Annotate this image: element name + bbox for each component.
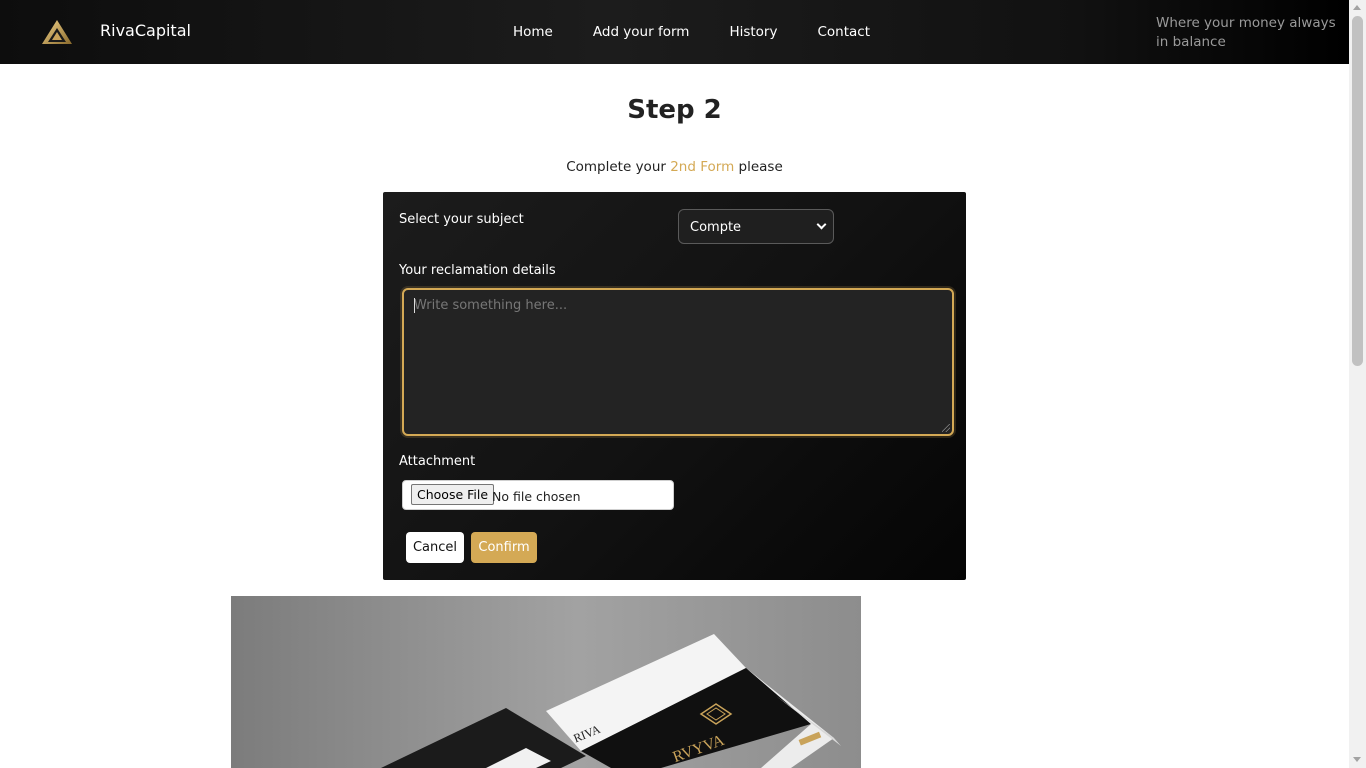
subject-selected-value: Compte bbox=[690, 220, 742, 235]
nav-add-your-form[interactable]: Add your form bbox=[593, 23, 690, 41]
details-placeholder: Write something here... bbox=[414, 298, 568, 313]
text-caret bbox=[414, 298, 415, 313]
attachment-file-input[interactable]: Choose File No file chosen bbox=[402, 480, 674, 510]
subtitle-text-start: Complete your bbox=[566, 159, 671, 175]
choose-file-button[interactable]: Choose File bbox=[411, 484, 495, 505]
resize-handle-icon[interactable] bbox=[942, 424, 950, 432]
rivacapital-logo-icon[interactable] bbox=[40, 18, 74, 46]
nav-links: Home Add your form History Contact bbox=[513, 23, 870, 41]
business-cards-image: RVYVA RIVA bbox=[231, 596, 861, 768]
file-status: No file chosen bbox=[492, 489, 581, 504]
scroll-thumb[interactable] bbox=[1352, 16, 1363, 366]
reclamation-form: Select your subject Compte Your reclamat… bbox=[383, 192, 966, 580]
brand-name[interactable]: RivaCapital bbox=[100, 21, 191, 41]
subtitle-text-end: please bbox=[734, 159, 783, 175]
details-textarea[interactable]: Write something here... bbox=[402, 288, 954, 436]
chevron-down-icon bbox=[816, 219, 827, 230]
subtitle-accent: 2nd Form bbox=[670, 159, 735, 175]
nav-home[interactable]: Home bbox=[513, 23, 553, 41]
scroll-down-icon[interactable] bbox=[1353, 757, 1361, 762]
confirm-button[interactable]: Confirm bbox=[471, 532, 537, 563]
nav-history[interactable]: History bbox=[729, 23, 777, 41]
cancel-button[interactable]: Cancel bbox=[406, 532, 464, 563]
business-cards-illustration: RVYVA RIVA bbox=[231, 596, 861, 768]
page-title: Step 2 bbox=[627, 95, 722, 125]
subject-label: Select your subject bbox=[399, 212, 524, 227]
page-scrollbar[interactable] bbox=[1349, 0, 1366, 768]
scroll-up-icon[interactable] bbox=[1353, 5, 1361, 10]
nav-contact[interactable]: Contact bbox=[817, 23, 870, 41]
page-subtitle: Complete your 2nd Form please bbox=[0, 159, 1349, 175]
subject-select[interactable]: Compte bbox=[678, 209, 834, 244]
details-label: Your reclamation details bbox=[399, 263, 556, 278]
attachment-label: Attachment bbox=[399, 454, 476, 469]
top-navbar: RivaCapital Home Add your form History C… bbox=[0, 0, 1349, 64]
tagline: Where your money always in balance bbox=[1156, 15, 1336, 50]
